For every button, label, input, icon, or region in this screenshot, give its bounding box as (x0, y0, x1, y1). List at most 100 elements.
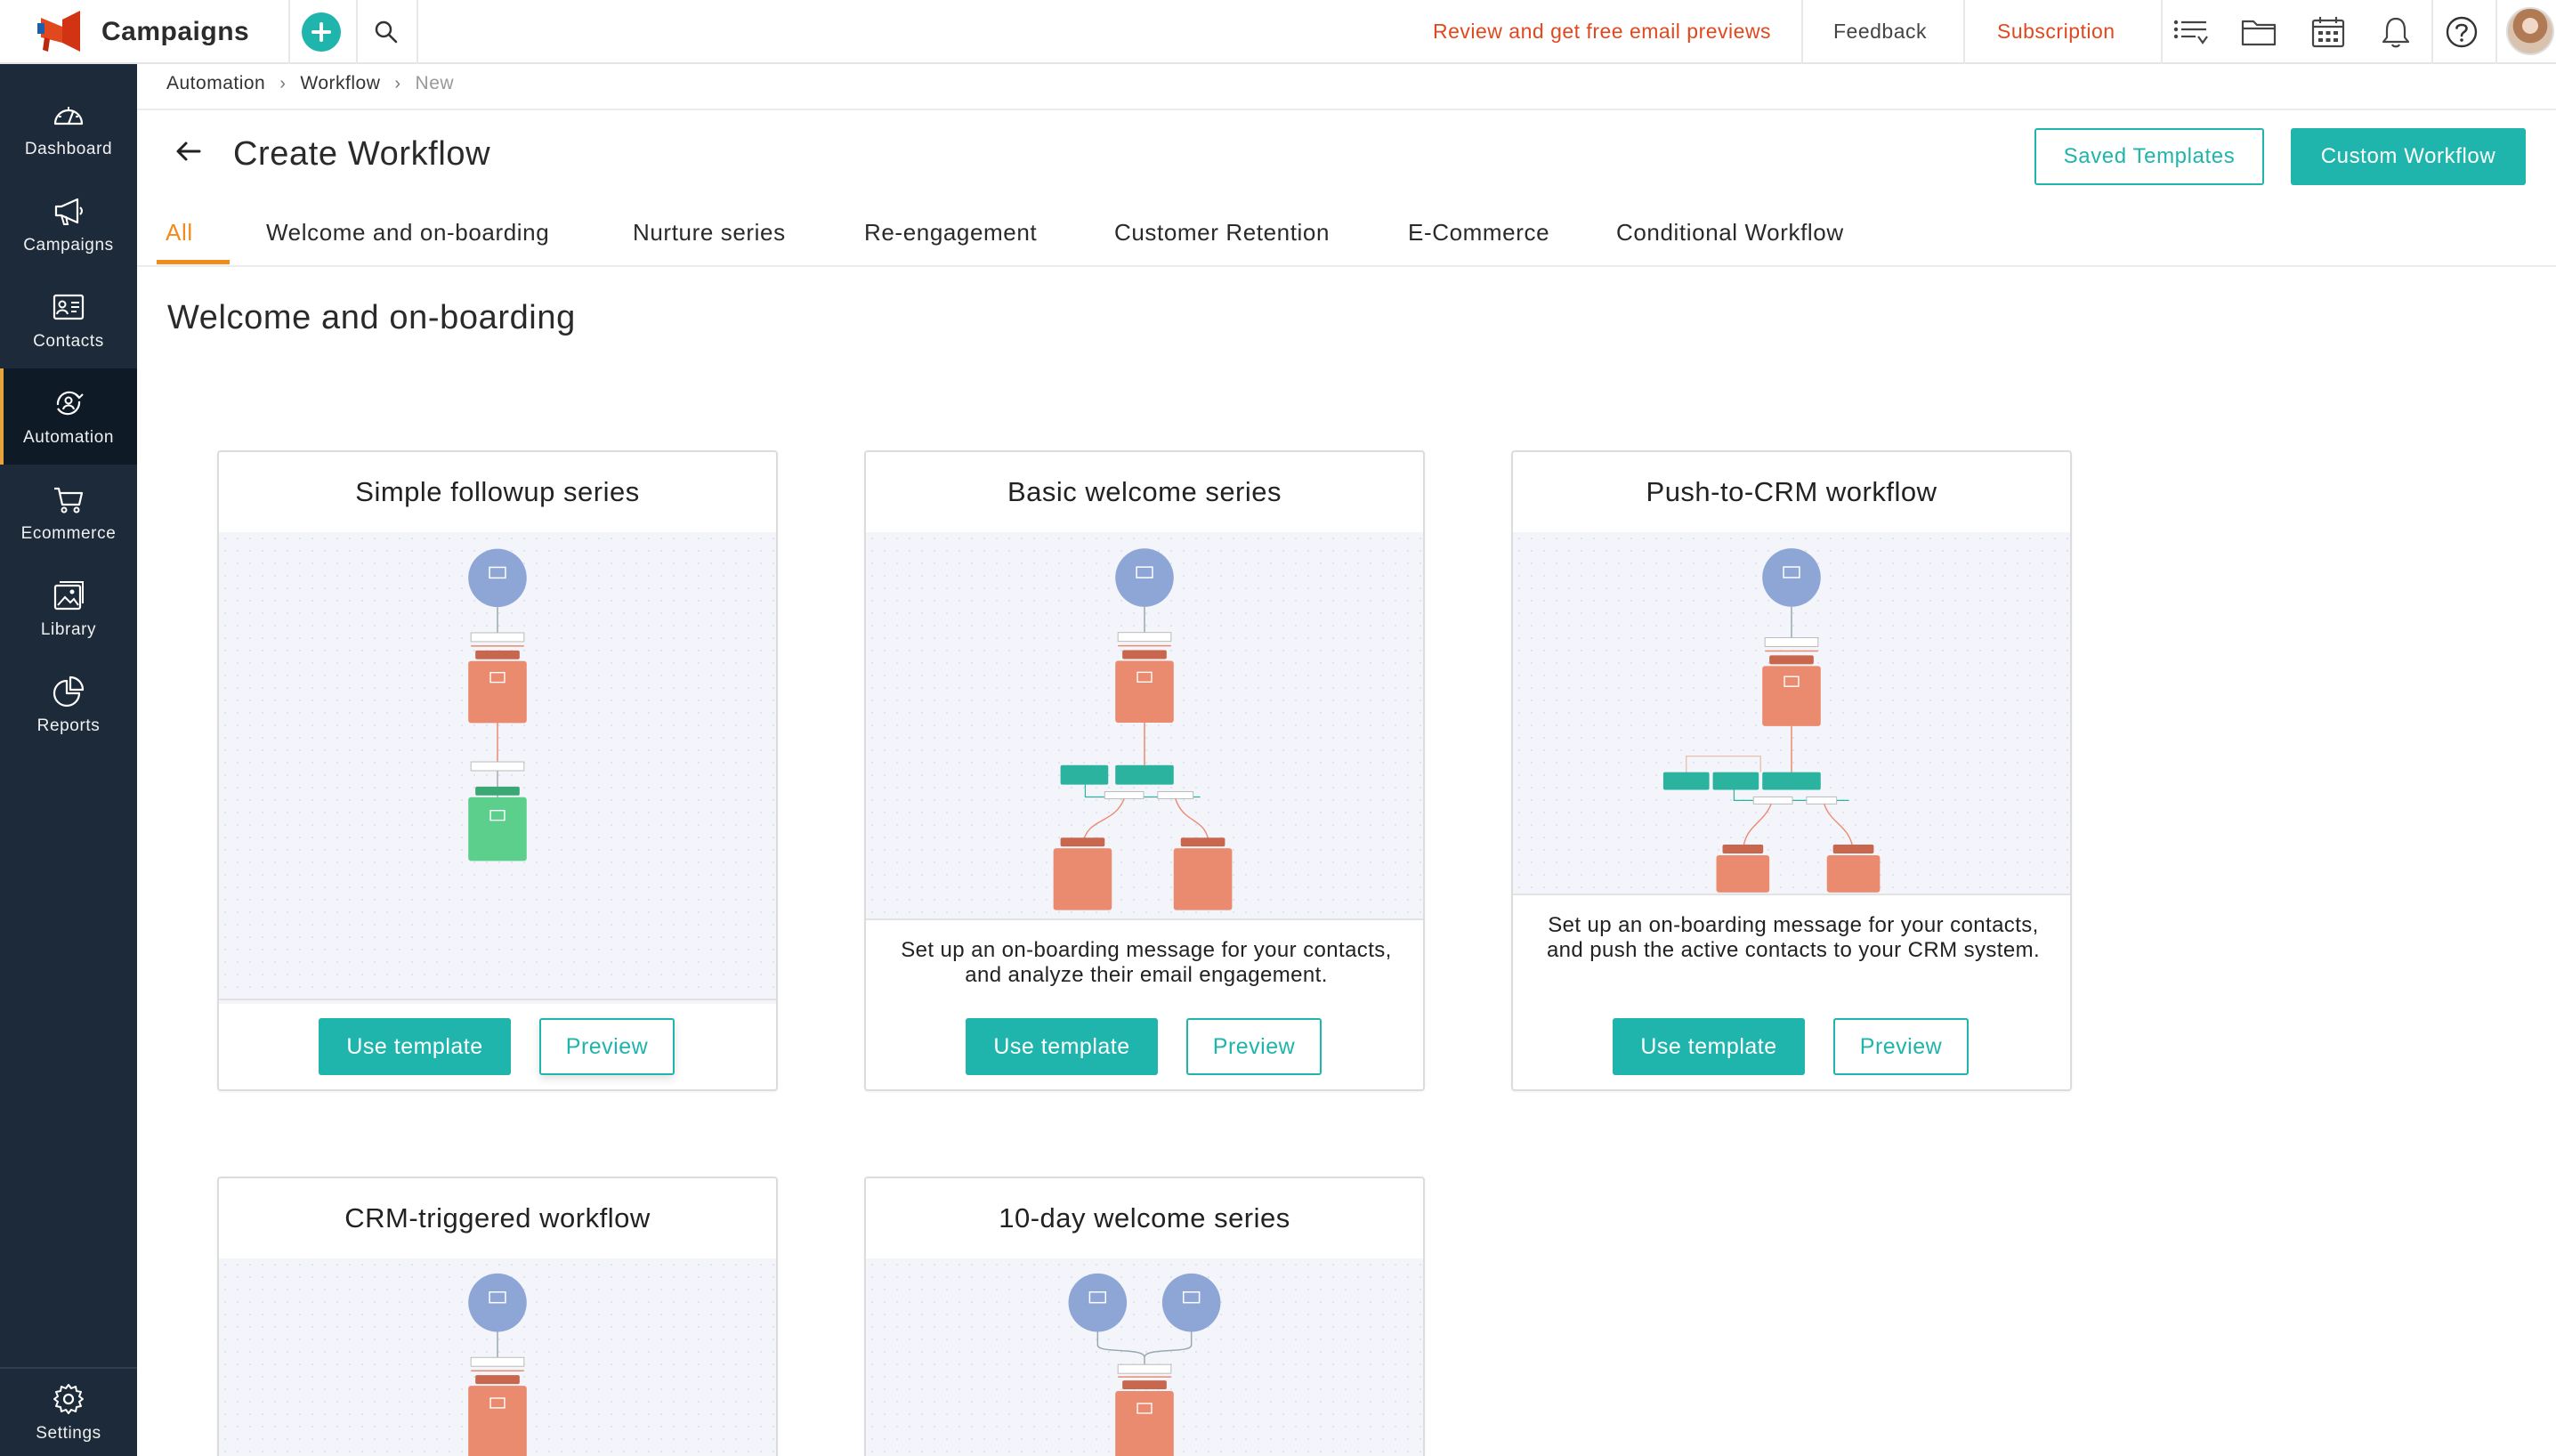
card-title: 10-day welcome series (999, 1202, 1290, 1234)
tab-e-commerce[interactable]: E-Commerce (1408, 219, 1549, 247)
gear-icon (53, 1384, 84, 1414)
automation-icon (56, 391, 84, 416)
breadcrumb-automation[interactable]: Automation (166, 73, 265, 94)
sidebar-item-settings[interactable]: Settings (0, 1369, 137, 1456)
email-node (1115, 660, 1174, 724)
plus-icon (311, 22, 331, 42)
preview-button[interactable]: Preview (539, 1018, 675, 1075)
chevron-right-icon: › (394, 73, 401, 93)
folder-icon (2241, 20, 2277, 46)
divider (137, 109, 2556, 110)
divider (2495, 0, 2497, 64)
contact-card-icon (53, 294, 85, 320)
template-card-crm-triggered: CRM-triggered workflow (217, 1177, 778, 1456)
sidebar-item-ecommerce[interactable]: Ecommerce (0, 465, 137, 561)
sidebar-item-reports[interactable]: Reports (0, 657, 137, 753)
workflow-preview (1513, 532, 2070, 894)
back-arrow-icon[interactable] (171, 133, 206, 169)
list-filter-button[interactable] (2172, 12, 2211, 52)
search-button[interactable] (370, 16, 402, 48)
sidebar-item-label: Settings (36, 1424, 101, 1443)
tab-re-engagement[interactable]: Re-engagement (864, 219, 1037, 247)
card-title: Simple followup series (355, 476, 640, 507)
divider (2431, 0, 2433, 64)
tab-conditional-workflow[interactable]: Conditional Workflow (1616, 219, 1844, 247)
workflow-preview (219, 1258, 776, 1456)
sidebar-item-campaigns[interactable]: Campaigns (0, 176, 137, 272)
tab-all[interactable]: All (166, 219, 193, 247)
custom-workflow-button[interactable]: Custom Workflow (2291, 128, 2526, 185)
condition-node (1115, 764, 1174, 785)
saved-templates-button[interactable]: Saved Templates (2034, 128, 2264, 185)
card-description: Set up an on-boarding message for your c… (901, 938, 1392, 987)
subscription-link[interactable]: Subscription (1997, 20, 2115, 44)
help-icon (2446, 16, 2478, 48)
condition-node (1712, 772, 1759, 790)
sidebar-item-contacts[interactable]: Contacts (0, 272, 137, 368)
free-email-previews-link[interactable]: Review and get free email previews (1433, 20, 1771, 44)
sidebar-item-label: Contacts (33, 332, 104, 351)
email-node (1716, 854, 1770, 893)
card-title: CRM-triggered workflow (344, 1202, 651, 1234)
help-button[interactable] (2442, 12, 2481, 52)
chevron-right-icon: › (279, 73, 287, 93)
email-node (1762, 666, 1821, 726)
breadcrumb: Automation › Workflow › New (166, 73, 454, 94)
add-button[interactable] (302, 12, 341, 52)
campaigns-logo-icon (37, 11, 80, 52)
sidebar-item-label: Ecommerce (20, 524, 117, 543)
tab-customer-retention[interactable]: Customer Retention (1114, 219, 1330, 247)
card-description: Set up an on-boarding message for your c… (1546, 913, 2041, 962)
condition-node (1060, 764, 1109, 785)
email-node (1115, 1391, 1174, 1456)
email-node (468, 1386, 527, 1456)
use-template-button[interactable]: Use template (1613, 1018, 1805, 1075)
sidebar-item-dashboard[interactable]: Dashboard (0, 80, 137, 176)
end-node (468, 797, 527, 861)
category-tabs: All Welcome and on-boarding Nurture seri… (137, 201, 2556, 267)
folder-button[interactable] (2239, 12, 2278, 52)
workflow-diagram (468, 548, 527, 861)
feedback-link[interactable]: Feedback (1833, 20, 1927, 44)
divider (219, 999, 776, 1000)
workflow-diagram (1068, 1273, 1221, 1456)
list-filter-icon (2173, 20, 2208, 44)
megaphone-icon (54, 198, 83, 225)
breadcrumb-new: New (415, 73, 455, 93)
breadcrumb-workflow[interactable]: Workflow (300, 73, 380, 94)
sidebar-item-library[interactable]: Library (0, 561, 137, 657)
active-tab-indicator (157, 260, 230, 264)
tab-welcome-onboarding[interactable]: Welcome and on-boarding (266, 219, 549, 247)
sidebar-item-label: Automation (22, 428, 115, 447)
card-title: Basic welcome series (1007, 476, 1282, 507)
template-card-basic-welcome: Basic welcome series Set up an on-boardi… (864, 450, 1425, 1091)
speedometer-icon (53, 107, 84, 125)
use-template-button[interactable]: Use template (966, 1018, 1158, 1075)
template-card-10-day-welcome: 10-day welcome series (864, 1177, 1425, 1456)
crm-node (1826, 854, 1881, 893)
workflow-preview (866, 532, 1423, 918)
use-template-button[interactable]: Use template (319, 1018, 511, 1075)
sidebar-item-label: Reports (36, 716, 101, 735)
template-card-push-to-crm: Push-to-CRM workflow Set up an on-boardi… (1511, 450, 2072, 1091)
divider (866, 918, 1423, 920)
page-title: Create Workflow (233, 135, 491, 173)
top-bar: Campaigns Review and get free email prev… (0, 0, 2556, 64)
cart-icon (54, 487, 84, 514)
workflow-diagram (468, 1273, 527, 1456)
calendar-icon (2311, 17, 2345, 48)
sidebar-item-label: Dashboard (24, 140, 113, 158)
divider (417, 0, 418, 64)
tab-nurture-series[interactable]: Nurture series (633, 219, 786, 247)
brand[interactable]: Campaigns (36, 7, 249, 57)
workflow-preview (219, 532, 776, 1004)
preview-button[interactable]: Preview (1186, 1018, 1322, 1075)
user-avatar[interactable] (2506, 7, 2554, 55)
preview-button[interactable]: Preview (1833, 1018, 1969, 1075)
sidebar-item-label: Library (40, 620, 97, 639)
workflow-preview (866, 1258, 1423, 1456)
template-card-simple-followup: Simple followup series Use template Prev… (217, 450, 778, 1091)
sidebar-item-automation[interactable]: Automation (0, 368, 137, 465)
calendar-button[interactable] (2309, 12, 2348, 52)
notifications-button[interactable] (2376, 12, 2415, 52)
